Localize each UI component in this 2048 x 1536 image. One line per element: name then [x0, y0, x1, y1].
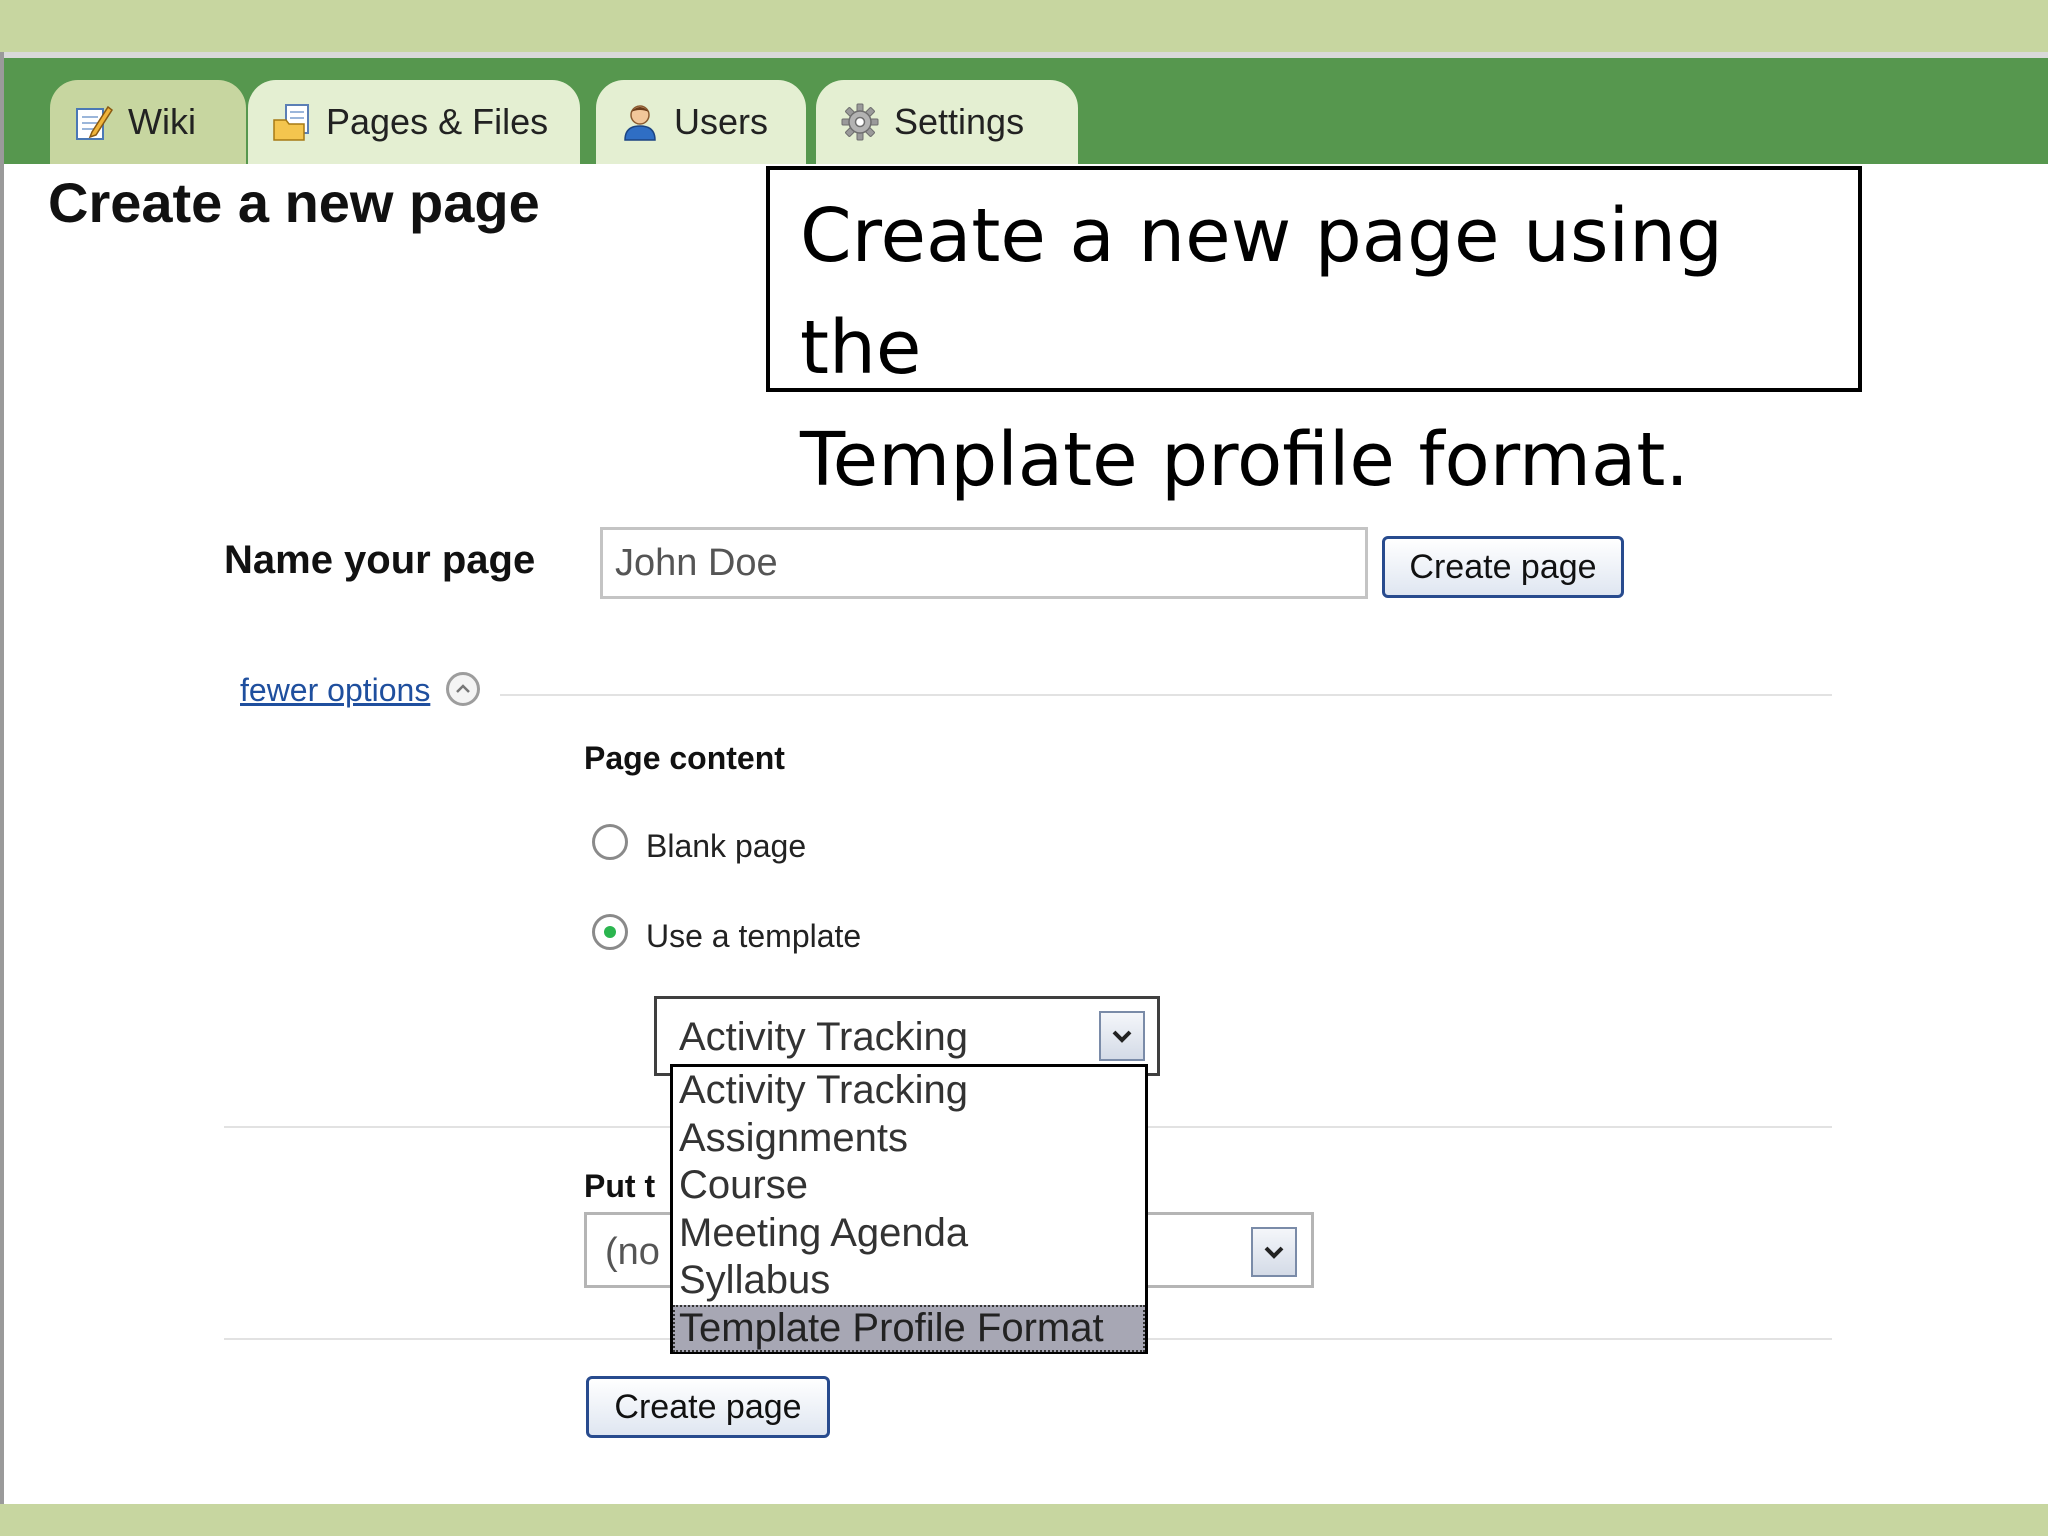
template-option[interactable]: Assignments: [673, 1115, 1145, 1163]
template-dropdown-list: Activity Tracking Assignments Course Mee…: [670, 1064, 1148, 1354]
page-title: Create a new page: [48, 171, 540, 234]
instruction-callout: Create a new page using the Template pro…: [766, 166, 1862, 503]
collapse-up-icon[interactable]: [446, 672, 480, 706]
tab-bar: Wiki Pages & Files Users Settings: [4, 58, 2048, 164]
fewer-options-link[interactable]: fewer options: [240, 672, 430, 709]
template-select-value: Activity Tracking: [679, 1015, 968, 1059]
name-label: Name your page: [224, 538, 536, 582]
users-icon: [620, 102, 660, 142]
template-option-highlighted[interactable]: Template Profile Format: [673, 1304, 1145, 1352]
location-label: Put t: [584, 1168, 656, 1204]
bottom-strip: [0, 1504, 2048, 1536]
callout-line-1: Create a new page using the: [800, 193, 1723, 391]
template-option[interactable]: Syllabus: [673, 1257, 1145, 1305]
template-option[interactable]: Meeting Agenda: [673, 1210, 1145, 1258]
tab-wiki-label: Wiki: [128, 101, 196, 142]
tab-pages-files-label: Pages & Files: [326, 101, 549, 142]
chevron-down-icon[interactable]: [1099, 1011, 1145, 1061]
tab-users-label: Users: [674, 101, 769, 142]
page-name-input[interactable]: [600, 527, 1368, 599]
callout-line-2: Template profile format.: [800, 417, 1689, 503]
tab-settings[interactable]: Settings: [816, 80, 1078, 164]
chevron-down-icon[interactable]: [1251, 1227, 1297, 1277]
page-content-label: Page content: [584, 740, 785, 776]
tab-settings-label: Settings: [894, 101, 1025, 142]
create-page-button-bottom[interactable]: Create page: [586, 1376, 830, 1438]
tab-pages-files[interactable]: Pages & Files: [248, 80, 580, 164]
location-select-value: (no: [605, 1231, 660, 1273]
tab-users[interactable]: Users: [596, 80, 806, 164]
create-page-button-top[interactable]: Create page: [1382, 536, 1624, 598]
divider-options: [500, 694, 1832, 696]
gear-icon: [840, 102, 880, 142]
radio-blank-page[interactable]: [592, 824, 628, 860]
wiki-edit-icon: [74, 102, 114, 142]
radio-use-template[interactable]: [592, 914, 628, 950]
radio-blank-page-label: Blank page: [646, 828, 807, 864]
tab-wiki[interactable]: Wiki: [50, 80, 246, 164]
template-option[interactable]: Activity Tracking: [673, 1067, 1145, 1115]
radio-use-template-label: Use a template: [646, 918, 862, 954]
template-option[interactable]: Course: [673, 1162, 1145, 1210]
pages-files-icon: [272, 102, 312, 142]
